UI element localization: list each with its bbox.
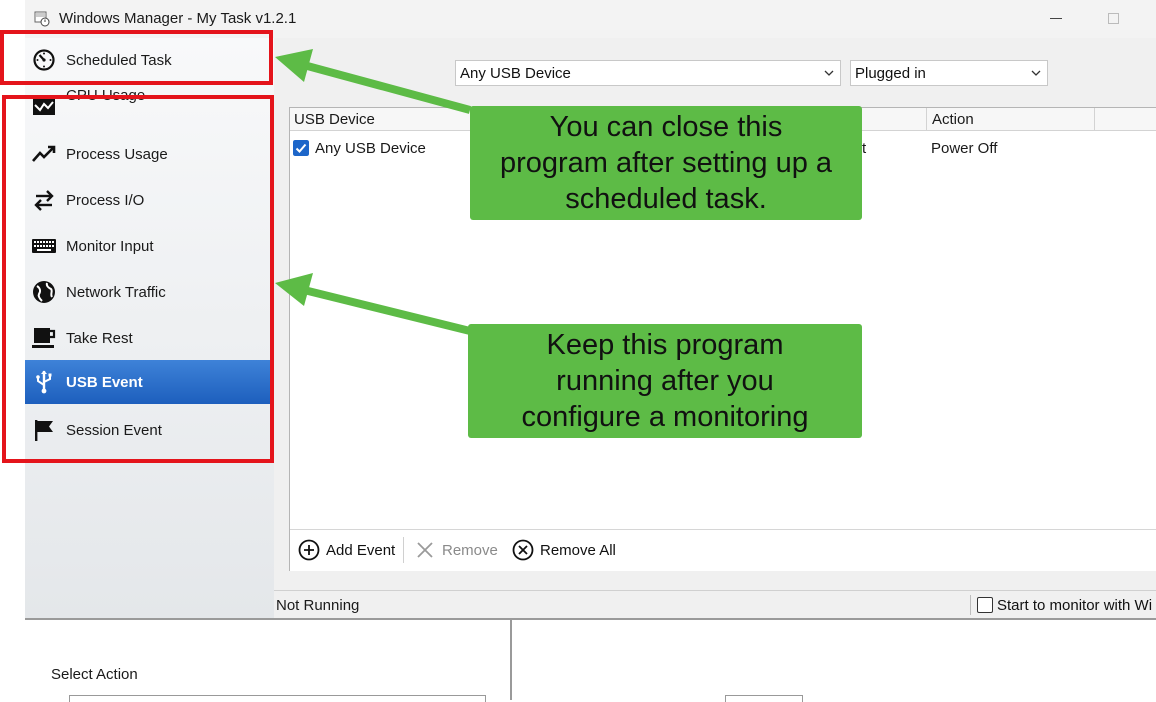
callout-line: program after setting up a [499,147,833,179]
callout-line: Keep this program [546,329,784,361]
highlight-scheduled-task [0,30,273,85]
callout-line: configure a monitoring [521,401,809,433]
callout-monitoring: Keep this program running after you conf… [468,324,862,438]
arrow-head [275,49,313,82]
callout-line: You can close this [549,111,783,143]
arrow-head [275,273,313,306]
callout-line: running after you [556,365,774,397]
highlight-monitoring-items [2,95,274,463]
callout-line: scheduled task. [565,183,767,215]
callout-scheduled-task: You can close this program after setting… [470,106,862,220]
